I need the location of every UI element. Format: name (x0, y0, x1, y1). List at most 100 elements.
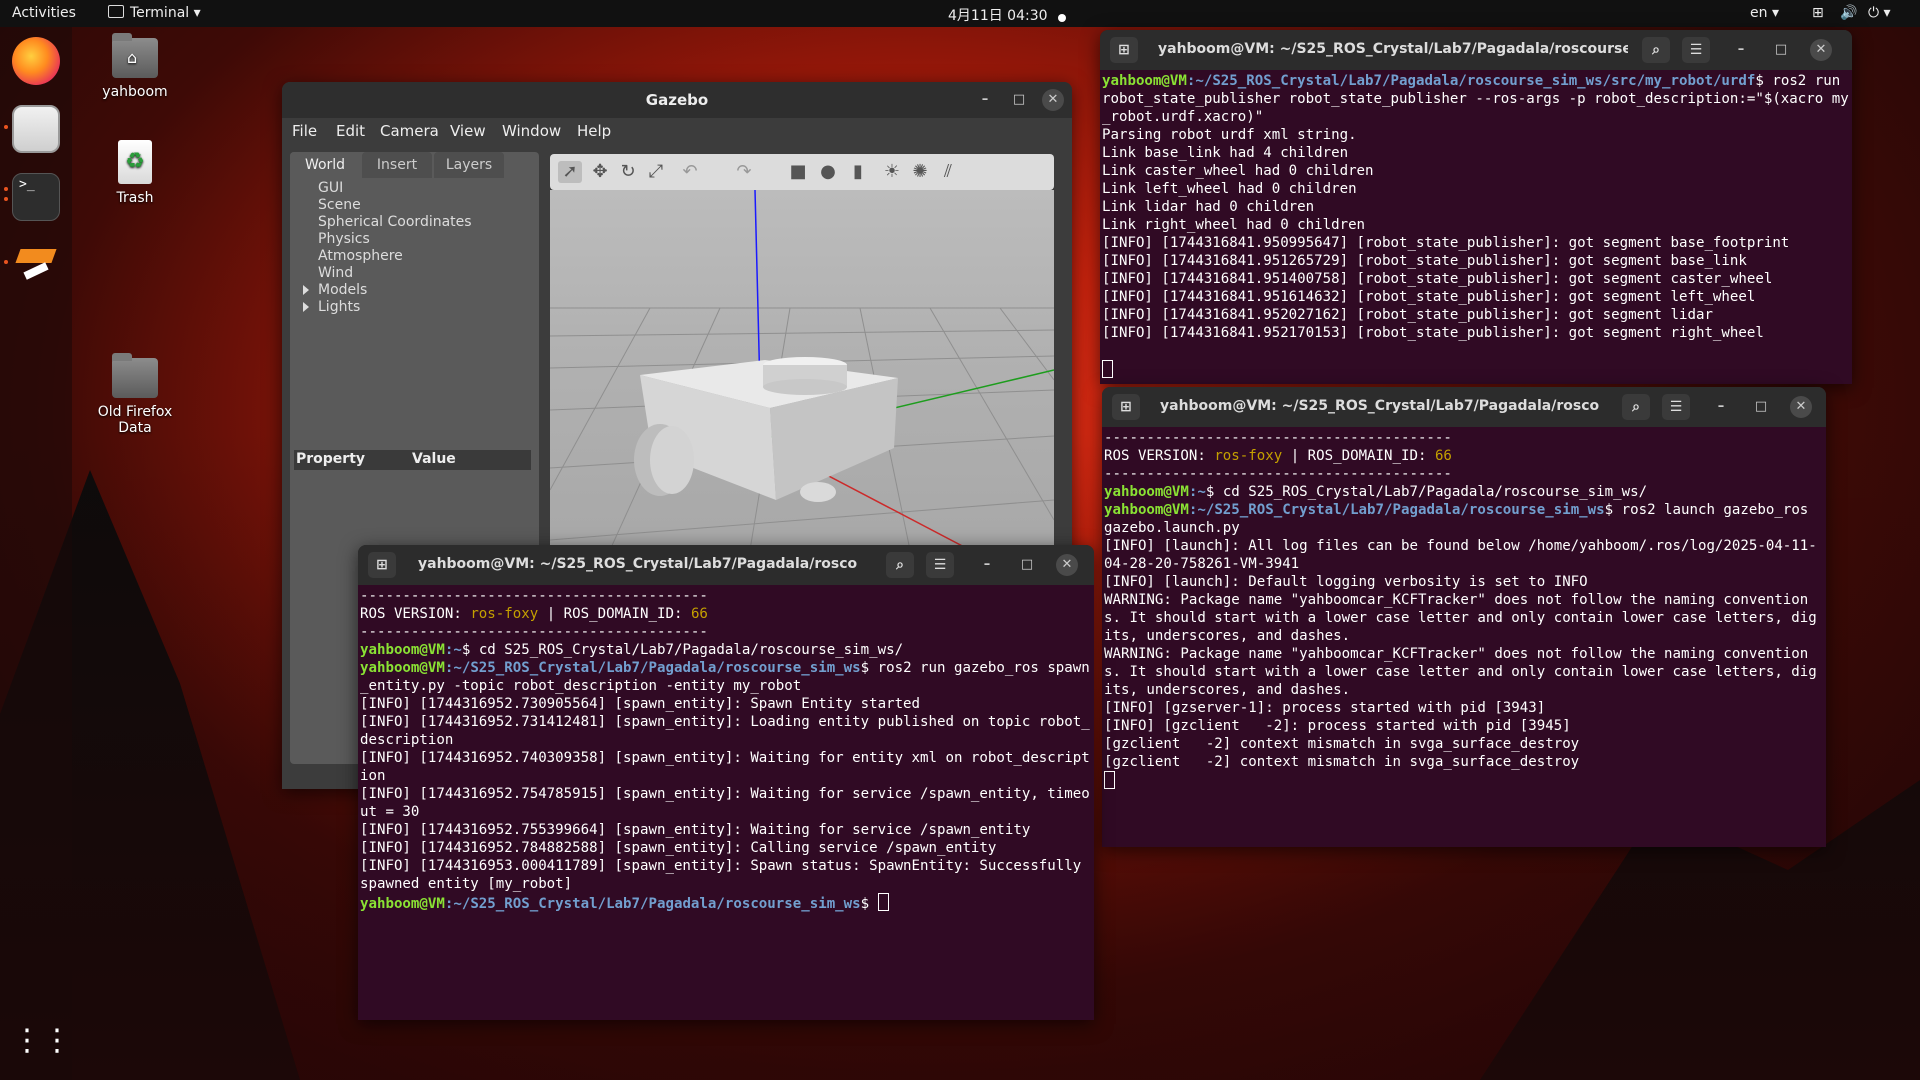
output-line: [INFO] [1744316952.730905564] [spawn_ent… (360, 696, 921, 712)
terminal-output[interactable]: yahboom@VM:~/S25_ROS_Crystal/Lab7/Pagada… (1100, 70, 1852, 384)
point-light-icon[interactable]: ☀ (880, 161, 904, 183)
clock[interactable]: 4月11日 04:30 (948, 5, 1048, 25)
terminal-output[interactable]: ----------------------------------------… (358, 585, 1094, 1020)
maximize-button[interactable]: □ (1770, 39, 1792, 61)
box-shape-icon[interactable]: ■ (786, 161, 810, 183)
maximize-button[interactable]: □ (1008, 89, 1030, 111)
select-mode-icon[interactable]: ➚ (558, 161, 582, 183)
dock: >_ ⋮⋮ (0, 27, 72, 1080)
output-line: [INFO] [1744316841.950995647] [robot_sta… (1102, 235, 1790, 251)
output-line: WARNING: Package name "yahboomcar_KCFTra… (1104, 646, 1817, 698)
sphere-shape-icon[interactable]: ● (816, 161, 840, 183)
network-icon[interactable]: ⊞ (1812, 5, 1824, 21)
gazebo-titlebar[interactable]: Gazebo – □ ✕ (282, 82, 1072, 118)
tree-item-atmosphere[interactable]: Atmosphere (290, 248, 539, 265)
menu-icon[interactable]: ☰ (1682, 37, 1710, 63)
tree-item-spherical-coordinates[interactable]: Spherical Coordinates (290, 214, 539, 231)
home-folder-icon: ⌂ (112, 33, 158, 78)
new-tab-icon[interactable]: ⊞ (1110, 37, 1138, 63)
terminal-titlebar[interactable]: ⊞ yahboom@VM: ~/S25_ROS_Crystal/Lab7/Pag… (358, 545, 1094, 585)
scale-mode-icon[interactable]: ⤢ (644, 161, 668, 183)
output-line: [INFO] [1744316841.952027162] [robot_sta… (1102, 307, 1713, 323)
firefox-icon[interactable] (12, 37, 60, 85)
power-icon[interactable]: ⏻ ▾ (1868, 5, 1891, 21)
language-indicator[interactable]: en ▾ (1750, 5, 1779, 21)
desktop-icon-old-firefox-data[interactable]: Old Firefox Data (80, 353, 190, 436)
prompt-user: yahboom@VM (1104, 484, 1189, 500)
maximize-button[interactable]: □ (1750, 396, 1772, 418)
tab-insert[interactable]: Insert (362, 152, 432, 178)
gazebo-menubar: File Edit Camera View Window Help (282, 118, 1072, 144)
running-indicator (4, 260, 8, 264)
tree-item-physics[interactable]: Physics (290, 231, 539, 248)
menu-icon[interactable]: ☰ (926, 552, 954, 578)
output-line: [INFO] [1744316952.784882588] [spawn_ent… (360, 840, 997, 856)
ros-version-value: ros-foxy (1214, 448, 1283, 464)
minimize-button[interactable]: – (1710, 396, 1732, 418)
undo-icon[interactable]: ↶ (678, 161, 702, 183)
files-icon[interactable] (12, 105, 60, 153)
translate-mode-icon[interactable]: ✥ (588, 161, 612, 183)
search-icon[interactable]: ⌕ (1622, 394, 1650, 420)
close-button[interactable]: ✕ (1790, 396, 1812, 418)
terminal-window-gazebo-launch: ⊞ yahboom@VM: ~/S25_ROS_Crystal/Lab7/Pag… (1102, 387, 1826, 847)
tab-layers[interactable]: Layers (434, 152, 504, 178)
tree-item-scene[interactable]: Scene (290, 197, 539, 214)
property-header: Property Value (294, 450, 531, 470)
terminal-output[interactable]: ----------------------------------------… (1102, 427, 1826, 847)
lidar-base (763, 379, 847, 395)
activities-button[interactable]: Activities (12, 5, 76, 21)
prompt-path: :~ (444, 642, 462, 658)
tree-item-gui[interactable]: GUI (290, 180, 539, 197)
rotate-mode-icon[interactable]: ↻ (616, 161, 640, 183)
running-indicator (4, 187, 8, 191)
output-line: [INFO] [1744316841.951265729] [robot_sta… (1102, 253, 1747, 269)
menu-window[interactable]: Window (502, 122, 561, 140)
output-line: [INFO] [launch]: All log files can be fo… (1104, 538, 1817, 572)
desktop-icon-trash[interactable]: ♻ Trash (80, 140, 190, 206)
terminal-titlebar[interactable]: ⊞ yahboom@VM: ~/S25_ROS_Crystal/Lab7/Pag… (1102, 387, 1826, 427)
separator-line: ----------------------------------------… (360, 624, 708, 640)
terminal-app-icon[interactable]: >_ (12, 173, 60, 221)
menu-edit[interactable]: Edit (336, 122, 365, 140)
new-tab-icon[interactable]: ⊞ (368, 552, 396, 578)
desktop-icon-home[interactable]: ⌂ yahboom (80, 33, 190, 100)
spot-light-icon[interactable]: ✺ (908, 161, 932, 183)
search-icon[interactable]: ⌕ (886, 552, 914, 578)
app-menu[interactable]: Terminal ▾ (108, 5, 201, 21)
tree-item-models[interactable]: Models (290, 282, 539, 299)
output-line: Link caster_wheel had 0 children (1102, 163, 1374, 179)
close-button[interactable]: ✕ (1042, 89, 1064, 111)
tree-item-wind[interactable]: Wind (290, 265, 539, 282)
output-line: [INFO] [launch]: Default logging verbosi… (1104, 574, 1588, 590)
maximize-button[interactable]: □ (1016, 554, 1038, 576)
menu-icon[interactable]: ☰ (1662, 394, 1690, 420)
output-line: [INFO] [1744316841.952170153] [robot_sta… (1102, 325, 1764, 341)
new-tab-icon[interactable]: ⊞ (1112, 394, 1140, 420)
menu-help[interactable]: Help (577, 122, 611, 140)
redo-icon[interactable]: ↷ (732, 161, 756, 183)
minimize-button[interactable]: – (974, 89, 996, 111)
output-line: Parsing robot urdf xml string. (1102, 127, 1357, 143)
cylinder-shape-icon[interactable]: ▮ (846, 161, 870, 183)
terminal-titlebar[interactable]: ⊞ yahboom@VM: ~/S25_ROS_Crystal/Lab7/Pag… (1100, 30, 1852, 70)
gazebo-app-icon[interactable] (12, 243, 60, 291)
close-button[interactable]: ✕ (1056, 554, 1078, 576)
close-button[interactable]: ✕ (1810, 39, 1832, 61)
directional-light-icon[interactable]: ⫽ (936, 161, 960, 183)
tree-item-lights[interactable]: Lights (290, 299, 539, 316)
output-line: [INFO] [gzserver-1]: process started wit… (1104, 700, 1546, 716)
expand-arrow-icon[interactable] (303, 285, 309, 295)
menu-camera[interactable]: Camera (380, 122, 439, 140)
show-apps-icon[interactable]: ⋮⋮ (12, 1017, 72, 1065)
search-icon[interactable]: ⌕ (1642, 37, 1670, 63)
expand-arrow-icon[interactable] (303, 302, 309, 312)
prompt-path: :~ (1188, 484, 1206, 500)
gazebo-3d-viewport[interactable] (550, 190, 1054, 550)
menu-view[interactable]: View (450, 122, 486, 140)
volume-icon[interactable]: 🔊 (1840, 5, 1857, 21)
minimize-button[interactable]: – (976, 554, 998, 576)
minimize-button[interactable]: – (1730, 39, 1752, 61)
menu-file[interactable]: File (292, 122, 317, 140)
tab-world[interactable]: World (290, 152, 360, 178)
